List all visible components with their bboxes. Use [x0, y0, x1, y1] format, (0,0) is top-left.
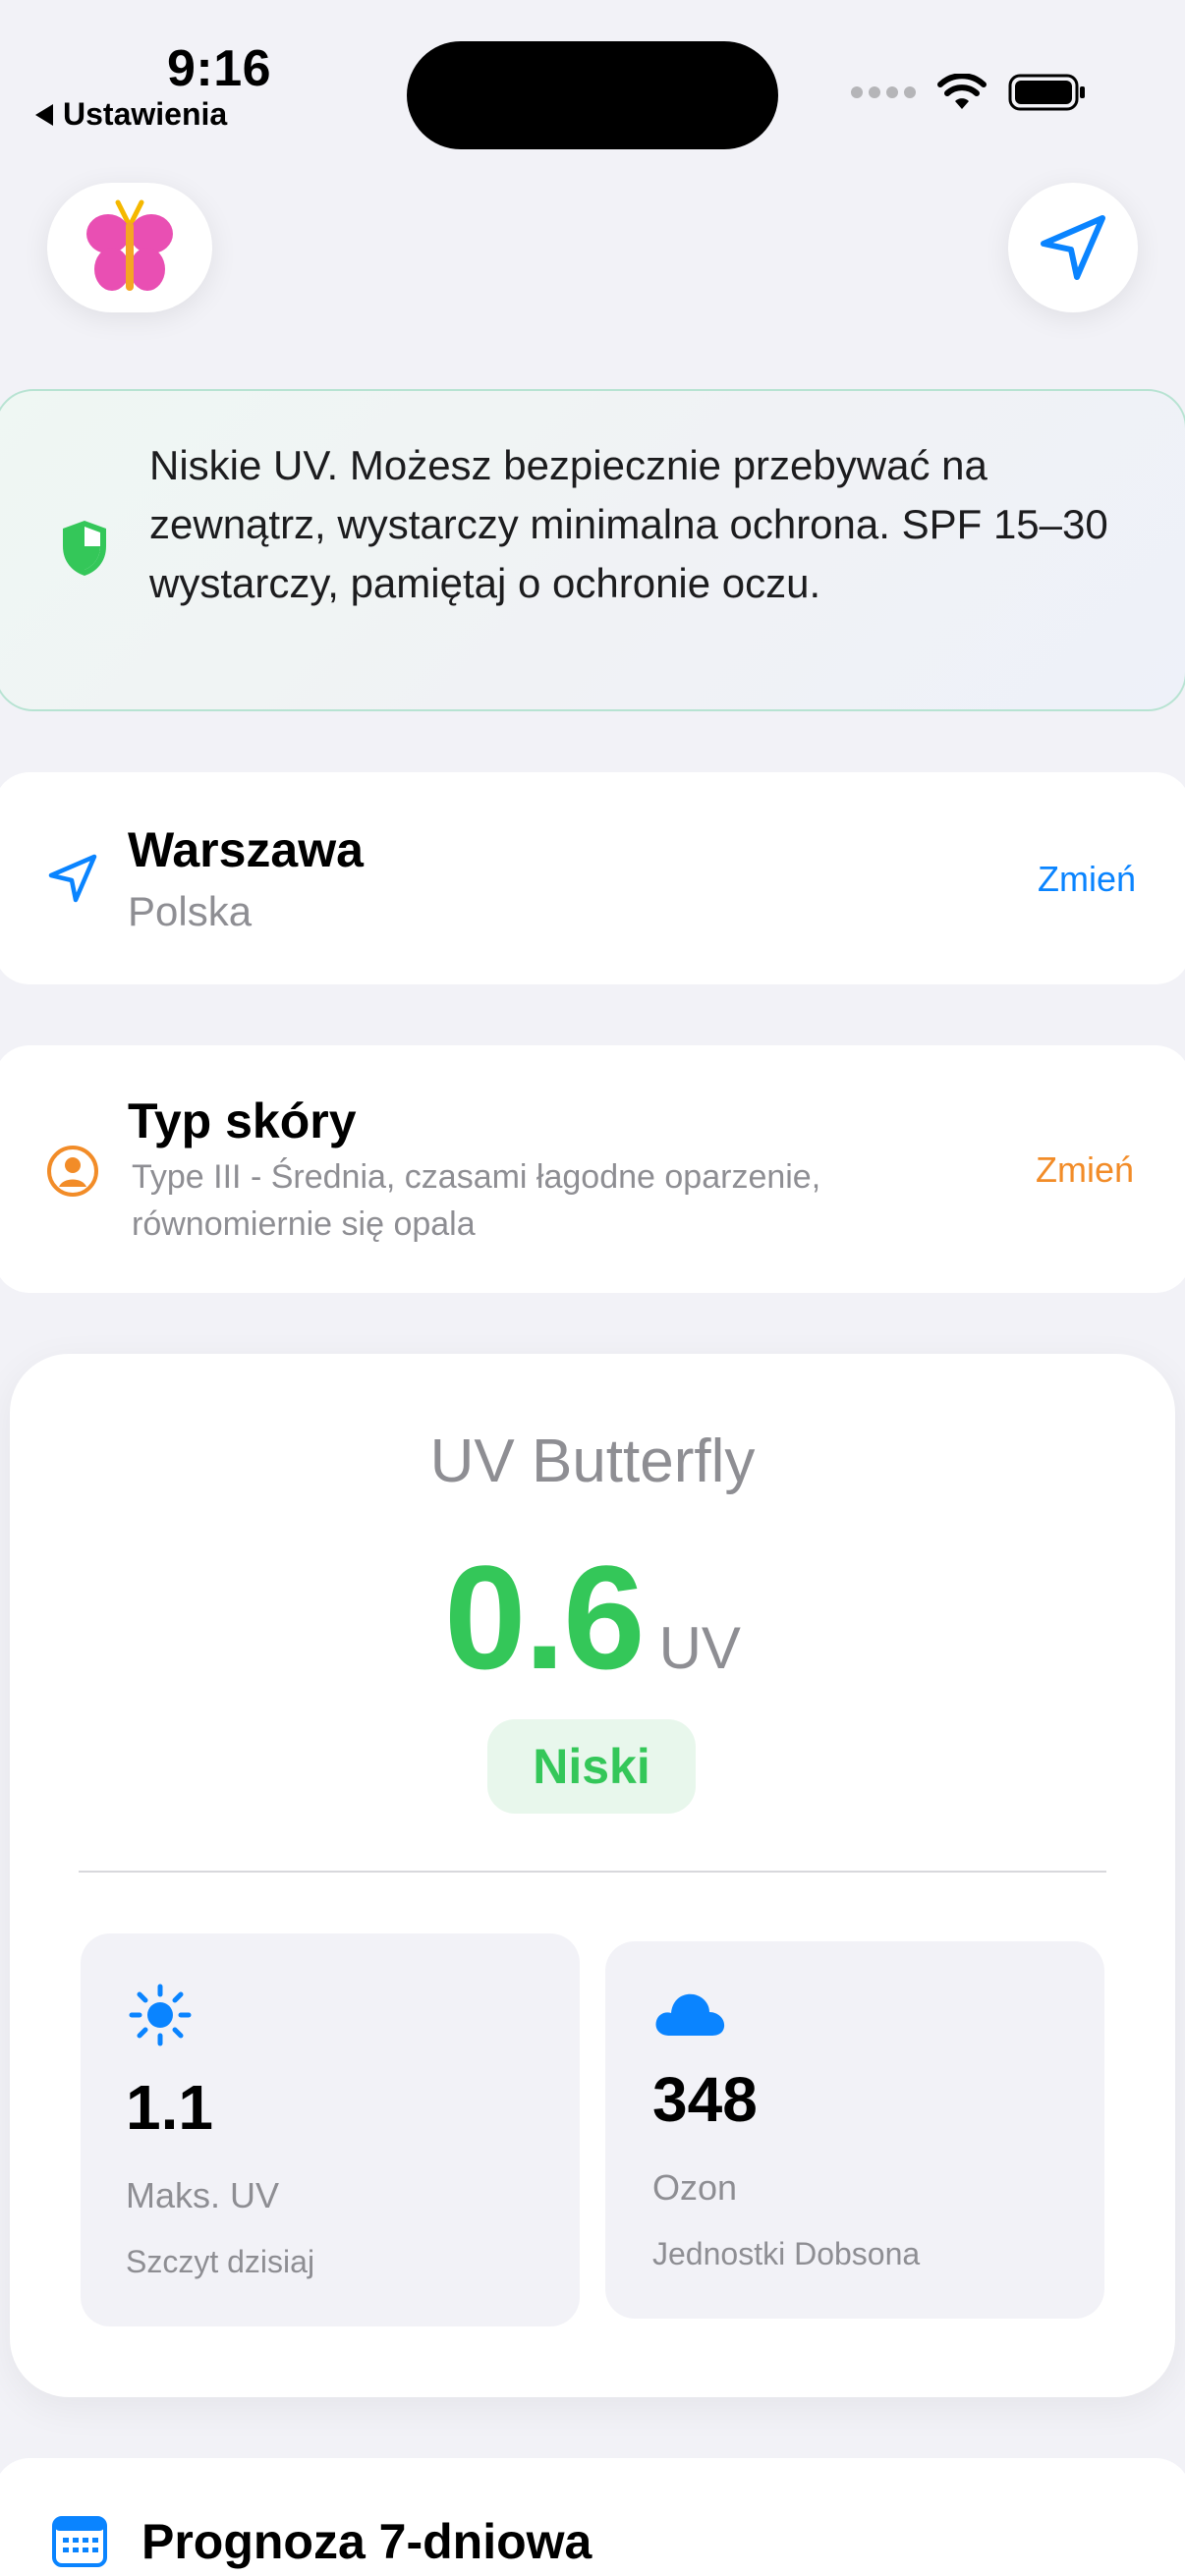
skin-type-title: Typ skóry [128, 1093, 357, 1148]
divider [79, 1871, 1106, 1873]
uv-value-row: 0.6 UV [0, 1533, 1185, 1703]
butterfly-logo-icon [86, 199, 173, 291]
uv-advisory-banner: Niskie UV. Możesz bezpiecznie przebywać … [0, 389, 1185, 711]
uv-value: 0.6 [444, 1535, 646, 1700]
forecast-title: Prognoza 7-dniowa [141, 2514, 592, 2569]
back-to-settings-link[interactable]: Ustawienia [35, 96, 227, 133]
cloud-icon [655, 1993, 725, 2036]
max-uv-note: Szczyt dzisiaj [126, 2244, 315, 2279]
max-uv-value: 1.1 [126, 2072, 213, 2143]
location-arrow-icon [1041, 215, 1105, 280]
location-country: Polska [128, 888, 253, 934]
back-label: Ustawienia [63, 96, 228, 132]
location-city: Warszawa [128, 822, 364, 877]
status-indicators [851, 73, 1087, 112]
uv-card-title: UV Butterfly [429, 1428, 756, 1495]
max-uv-label: Maks. UV [126, 2175, 280, 2215]
uv-level-badge: Niski [487, 1719, 696, 1814]
calendar-icon [52, 2516, 107, 2567]
status-time: 9:16 [167, 40, 272, 97]
shield-check-icon [63, 521, 106, 576]
ozone-note: Jednostki Dobsona [652, 2236, 921, 2271]
person-circle-icon [47, 1146, 98, 1197]
skin-type-description: Type III - Średnia, czasami łagodne opar… [132, 1158, 821, 1243]
dynamic-island [407, 41, 778, 149]
app-screen: 9:16 Ustawienia Niskie UV. Możesz bezpie… [0, 0, 1185, 2576]
wifi-icon [937, 74, 987, 109]
sun-icon [129, 1984, 192, 2046]
battery-icon [1008, 74, 1085, 111]
current-location-button[interactable] [1008, 183, 1138, 312]
location-card[interactable] [0, 772, 1185, 984]
uv-unit: UV [658, 1615, 741, 1681]
change-skin-type-button[interactable]: Zmień [1036, 1149, 1134, 1191]
advisory-text: Niskie UV. Możesz bezpiecznie przebywać … [149, 442, 1108, 606]
cellular-dots-icon [851, 86, 916, 98]
app-logo-button[interactable] [47, 183, 212, 312]
back-triangle-icon [35, 103, 53, 126]
location-arrow-icon [48, 854, 97, 903]
ozone-value: 348 [652, 2064, 758, 2135]
ozone-label: Ozon [652, 2167, 738, 2208]
change-location-button[interactable]: Zmień [1038, 859, 1136, 900]
